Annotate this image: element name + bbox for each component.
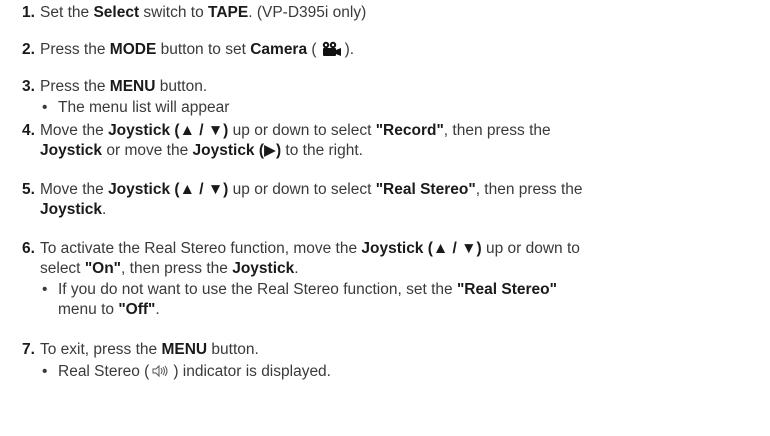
step-number: 2. [22, 41, 35, 58]
bullet: • [42, 99, 48, 116]
step-2: 2. Press the MODE button to set Camera ()… [22, 40, 762, 63]
instruction-page: 1. Set the Select switch to TAPE. (VP-D39… [0, 0, 770, 436]
step-number: 7. [22, 341, 35, 358]
step-number: 4. [22, 122, 35, 139]
step-5: 5. Move the Joystick (▲ / ▼) up or down t… [22, 181, 583, 218]
step-3-note: • The menu list will appear [42, 99, 230, 116]
step-7: 7. To exit, press the MENU button. [22, 341, 259, 358]
step-number: 5. [22, 181, 35, 198]
step-3: 3. Press the MENU button. [22, 78, 208, 95]
bullet: • [42, 363, 48, 380]
camcorder-icon [320, 41, 342, 63]
step-number: 1. [22, 4, 35, 21]
step-7-note: • Real Stereo () indicator is displayed. [42, 362, 331, 384]
step-1: 1. Set the Select switch to TAPE. (VP-D39… [22, 4, 367, 21]
step-4: 4. Move the Joystick (▲ / ▼) up or down t… [22, 122, 551, 159]
step-6-note: • If you do not want to use the Real Ster… [42, 281, 557, 318]
real-stereo-icon [151, 364, 171, 384]
step-6: 6. To activate the Real Stereo function, … [22, 240, 580, 277]
bullet: • [42, 281, 48, 298]
step-number: 3. [22, 78, 35, 95]
step-number: 6. [22, 240, 35, 257]
